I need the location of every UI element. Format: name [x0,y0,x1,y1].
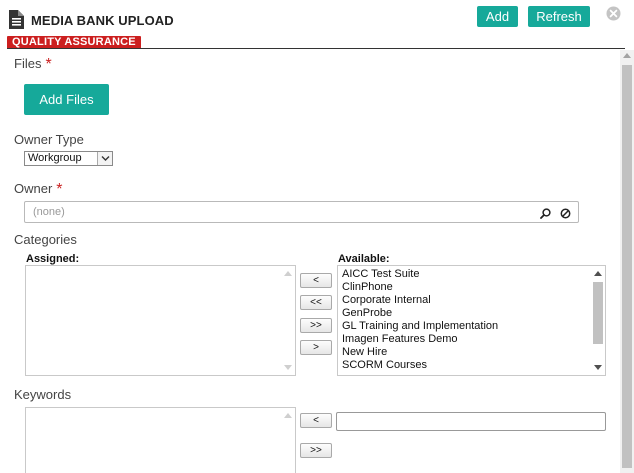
list-item[interactable]: Corporate Internal [342,294,431,307]
owner-label-row: Owner * [14,180,63,198]
add-button[interactable]: Add [477,6,518,27]
remove-category-button[interactable]: < [300,273,332,288]
list-scrollbar[interactable] [281,266,295,375]
scroll-up-arrow[interactable] [284,413,292,418]
document-icon [8,10,24,29]
owner-value: (none) [33,206,65,218]
header-divider [7,48,625,49]
add-keyword-button[interactable]: >> [300,443,332,458]
keywords-list[interactable] [25,407,296,473]
available-categories-list[interactable]: AICC Test Suite ClinPhone Corporate Inte… [337,265,606,376]
remove-keyword-button[interactable]: < [300,413,332,428]
list-item[interactable]: ClinPhone [342,281,393,294]
scroll-up-arrow[interactable] [284,271,292,276]
clear-icon[interactable] [560,206,571,224]
owner-field[interactable]: (none) [24,201,579,223]
list-scrollbar[interactable] [281,408,295,473]
list-item[interactable]: AICC Test Suite [342,268,419,281]
page-scrollbar[interactable] [620,50,634,473]
add-category-button[interactable]: > [300,340,332,355]
required-mark: * [45,56,52,73]
scroll-up-arrow[interactable] [623,53,631,58]
chevron-down-icon[interactable] [97,152,112,165]
available-label: Available: [338,253,390,265]
scroll-thumb[interactable] [622,65,632,468]
list-scrollbar[interactable] [591,266,605,375]
list-item[interactable]: SCORM Courses [342,359,427,372]
list-item[interactable]: GL Training and Implementation [342,320,498,333]
owner-type-select[interactable]: Workgroup [24,151,113,166]
list-item[interactable]: GenProbe [342,307,392,320]
search-icon[interactable] [540,206,551,224]
header: MEDIA BANK UPLOAD Add Refresh QUALITY AS… [0,0,634,50]
owner-type-selected: Workgroup [28,152,82,164]
page-title: MEDIA BANK UPLOAD [31,13,174,28]
assigned-label: Assigned: [26,253,80,265]
add-files-button[interactable]: Add Files [24,84,109,115]
scroll-down-arrow[interactable] [284,365,292,370]
list-item[interactable]: Imagen Features Demo [342,333,458,346]
refresh-button[interactable]: Refresh [528,6,590,27]
owner-label: Owner [14,181,53,196]
scroll-up-arrow[interactable] [594,271,602,276]
owner-type-label: Owner Type [14,132,84,147]
remove-all-categories-button[interactable]: << [300,295,332,310]
required-mark: * [56,181,63,198]
list-item[interactable]: New Hire [342,346,387,359]
form-content: Files * Add Files Owner Type Workgroup Ow… [0,50,620,473]
scroll-down-arrow[interactable] [594,365,602,370]
files-label-row: Files * [14,55,52,73]
keywords-label: Keywords [14,387,72,402]
categories-label: Categories [14,232,77,247]
keyword-input[interactable] [336,412,606,431]
scroll-thumb[interactable] [593,282,603,344]
close-circle-icon[interactable] [606,6,621,21]
assigned-categories-list[interactable] [25,265,296,376]
add-all-categories-button[interactable]: >> [300,318,332,333]
files-label: Files [14,56,42,71]
